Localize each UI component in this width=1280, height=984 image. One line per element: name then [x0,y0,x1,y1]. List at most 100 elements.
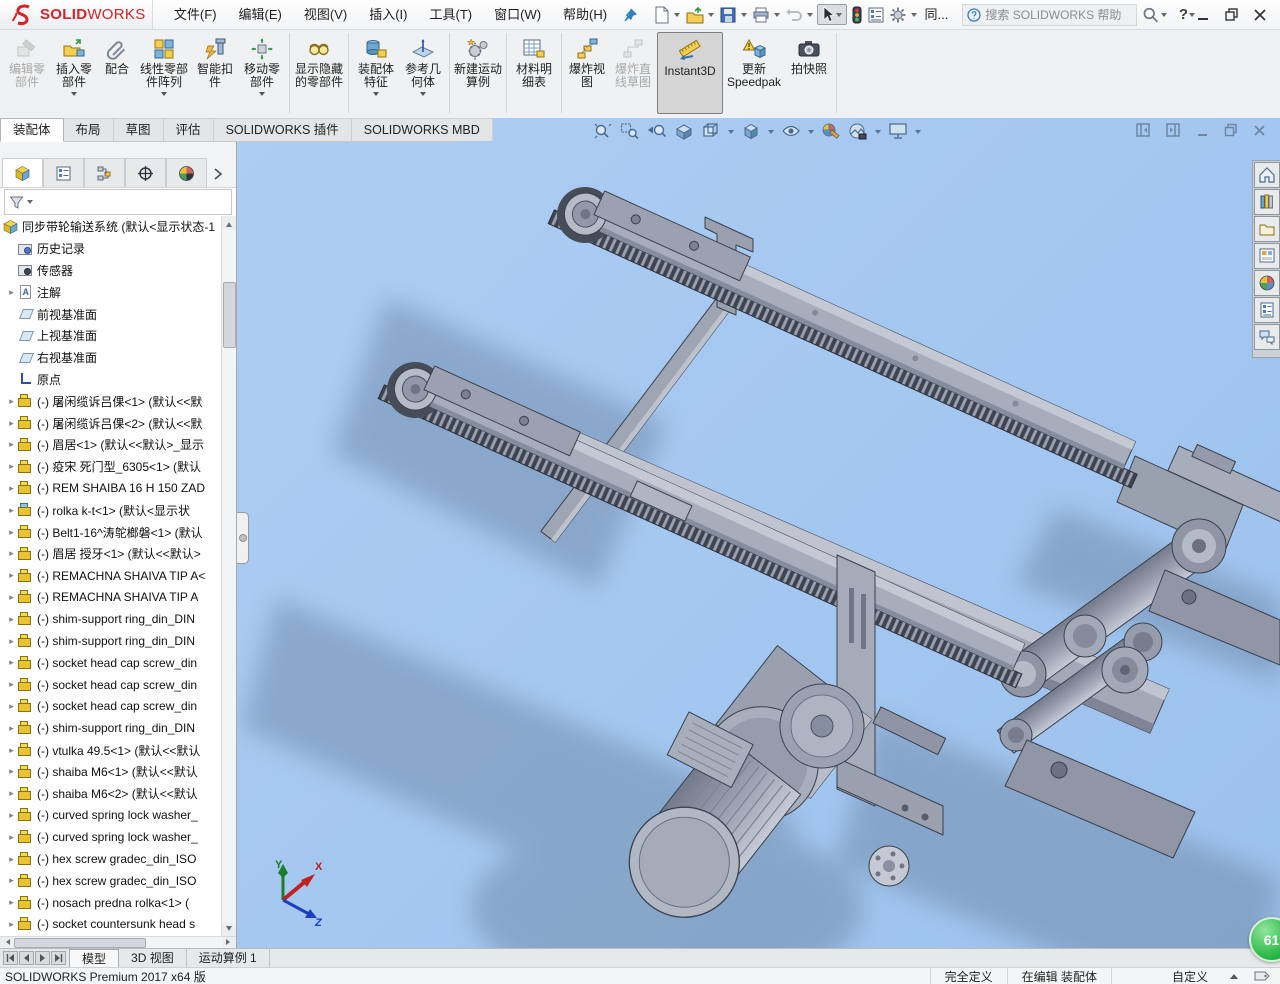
tree-item[interactable]: ▸ (-) REMACHNA SHAIVA TIP A [0,587,222,609]
tree-root-item[interactable]: 同步带轮输送系统 (默认<显示状态-1 [0,216,222,238]
expand-arrow-icon[interactable]: ▸ [5,832,18,843]
expand-arrow-icon[interactable]: ▸ [5,483,18,494]
tree-filter-field[interactable] [4,189,232,215]
expand-arrow-icon[interactable]: ▸ [5,919,18,930]
command-tab[interactable]: 装配体 [0,118,64,142]
section-view-icon[interactable] [674,122,694,140]
zoom-fit-icon[interactable] [593,122,613,140]
file-explorer-tab[interactable] [1254,216,1280,242]
move-component-button[interactable]: 移动零部件 [238,32,286,114]
tree-horizontal-scrollbar[interactable] [0,936,236,948]
assembly-features-button[interactable]: 装配体特征 [352,32,400,114]
dropdown-caret-icon[interactable] [911,13,917,20]
dropdown-caret-icon[interactable] [27,200,33,207]
expand-arrow-icon[interactable]: ▸ [5,548,18,559]
dropdown-caret-icon[interactable] [1189,13,1195,20]
command-tab[interactable]: 评估 [164,118,214,141]
tree-item[interactable]: ▸ (-) hex screw gradec_din_ISO [0,870,222,892]
dropdown-caret-icon[interactable] [875,130,881,137]
dropdown-caret-icon[interactable] [373,92,379,99]
insert-component-button[interactable]: 插入零部件 [50,32,98,114]
panel-tabs-chevron-icon[interactable] [213,167,223,181]
pin-menu-icon[interactable] [622,7,637,23]
minimize-document-icon[interactable] [1196,124,1209,137]
study-tab[interactable]: 运动算例 1 [187,949,270,967]
dropdown-caret-icon[interactable] [768,130,774,137]
tree-item[interactable]: 上视基准面 [0,325,222,347]
sync-truncated-label[interactable]: 同... [921,0,953,29]
tree-item[interactable]: ▸ (-) shim-support ring_din_DIN [0,630,222,652]
tree-item[interactable]: ▸ (-) socket head cap screw_din [0,652,222,674]
expand-arrow-icon[interactable]: ▸ [5,527,18,538]
expand-arrow-icon[interactable]: ▸ [5,875,18,886]
expand-arrow-icon[interactable]: ▸ [5,570,18,581]
menu-item[interactable]: 文件(F) [163,0,228,29]
dropdown-caret-icon[interactable] [420,92,426,99]
bill-of-materials-button[interactable]: 材料明细表 [510,32,558,114]
tree-item[interactable]: ▸ (-) 眉居<1> (默认<<默认>_显示 [0,434,222,456]
feature-manager-tab[interactable] [2,158,43,187]
exploded-view-button[interactable]: 爆炸视图 [565,32,609,114]
update-speedpak-button[interactable]: 更新Speedpak [723,32,785,114]
settings-button[interactable] [888,4,908,26]
dropdown-caret-icon[interactable] [161,92,167,99]
new-document-button[interactable] [652,4,671,26]
help-menu[interactable]: ? [1179,6,1188,23]
collapse-panel-left-icon[interactable] [1136,123,1151,137]
search-icon[interactable] [1141,5,1160,25]
expand-arrow-icon[interactable]: ▸ [5,657,18,668]
command-tab[interactable]: 布局 [64,118,114,141]
edit-appearance-icon[interactable] [821,122,841,140]
smart-fasteners-button[interactable]: 智能扣件 [192,32,238,114]
view-settings-icon[interactable] [888,122,908,140]
tree-item[interactable]: ▸ (-) shaiba M6<2> (默认<<默认 [0,783,222,805]
expand-arrow-icon[interactable]: ▸ [5,461,18,472]
tree-vertical-scrollbar[interactable] [221,216,236,937]
dropdown-caret-icon[interactable] [1161,13,1167,20]
tree-item[interactable]: ▸ 注解 [0,281,222,303]
close-icon[interactable] [1254,9,1266,21]
customize-caret-icon[interactable] [1230,970,1238,979]
tree-item[interactable]: 右视基准面 [0,347,222,369]
rebuild-button[interactable] [849,4,864,26]
expand-arrow-icon[interactable]: ▸ [5,854,18,865]
tree-item[interactable]: ▸ (-) shim-support ring_din_DIN [0,608,222,630]
save-button[interactable] [718,4,738,26]
instant3d-button[interactable]: Instant3D [657,32,723,114]
dimxpert-manager-tab[interactable] [125,158,166,187]
expand-arrow-icon[interactable]: ▸ [5,636,18,647]
restore-icon[interactable] [1225,8,1238,21]
view-orientation-icon[interactable] [701,122,721,140]
last-tab-button[interactable] [51,951,66,965]
expand-arrow-icon[interactable]: ▸ [5,396,18,407]
tree-item[interactable]: ▸ (-) socket countersunk head s [0,914,222,936]
expand-arrow-icon[interactable]: ▸ [5,679,18,690]
help-search-box[interactable]: 搜索 SOLIDWORKS 帮助 [962,4,1136,26]
expand-arrow-icon[interactable]: ▸ [5,897,18,908]
tree-item[interactable]: 历史记录 [0,238,222,260]
expand-arrow-icon[interactable]: ▸ [5,788,18,799]
tree-item[interactable]: ▸ (-) 眉居 授牙<1> (默认<<默认> [0,543,222,565]
panel-splitter-handle[interactable] [237,512,249,564]
scrollbar-thumb[interactable] [223,282,236,348]
study-tab[interactable]: 模型 [69,949,119,967]
menu-item[interactable]: 窗口(W) [483,0,552,29]
collapse-panel-right-icon[interactable] [1166,123,1181,137]
scroll-down-button[interactable] [222,923,236,937]
previous-tab-button[interactable] [19,951,34,965]
close-document-icon[interactable] [1253,124,1266,137]
expand-arrow-icon[interactable]: ▸ [5,745,18,756]
display-style-icon[interactable] [741,122,761,140]
new-motion-study-button[interactable]: 新建运动算例 [453,32,503,114]
open-button[interactable] [684,4,705,26]
scroll-right-button[interactable] [223,937,236,947]
customize-label[interactable]: 自定义 [1158,968,1222,984]
dropdown-caret-icon[interactable] [674,13,680,20]
expand-arrow-icon[interactable]: ▸ [5,505,18,516]
solidworks-forum-tab[interactable] [1254,324,1280,350]
quick-tip-button[interactable] [1238,970,1280,982]
tree-item[interactable]: ▸ (-) rolka k-t<1> (默认<显示状 [0,499,222,521]
tree-item[interactable]: ▸ (-) 屠闲缆诉吕倮<1> (默认<<默 [0,390,222,412]
tree-item[interactable]: ▸ (-) shaiba M6<1> (默认<<默认 [0,761,222,783]
tree-item[interactable]: ▸ (-) Belt1-16^涛鸵榔磐<1> (默认 [0,521,222,543]
